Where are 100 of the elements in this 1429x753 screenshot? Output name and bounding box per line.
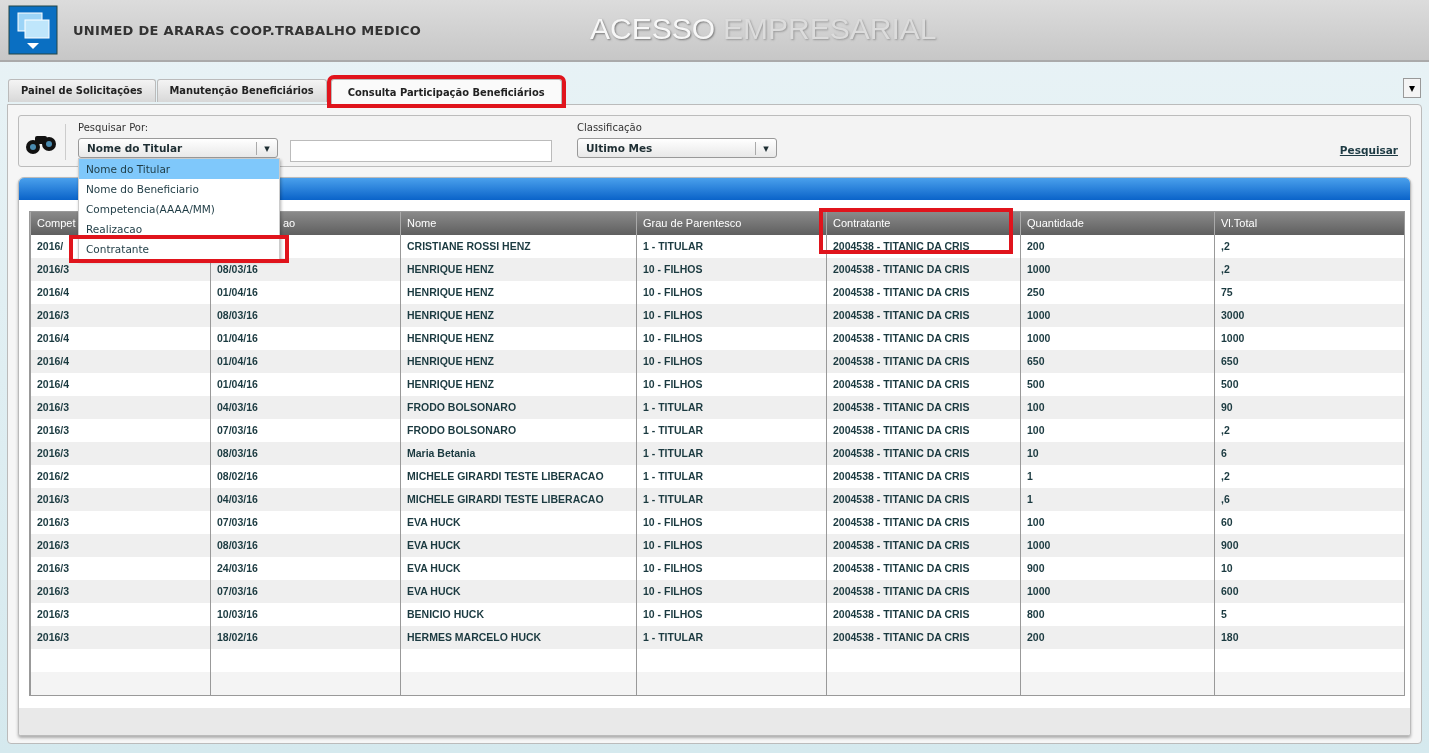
table-cell: 2016/3 [37, 631, 70, 643]
table-cell: 1000 [1027, 332, 1051, 344]
table-cell: 60 [1221, 516, 1233, 528]
table-cell: 2016/2 [37, 470, 70, 482]
column-header[interactable]: Vl.Total [1214, 212, 1404, 235]
table-cell: 10 - FILHOS [643, 286, 703, 298]
table-cell: 900 [1221, 539, 1239, 551]
table-cell: EVA HUCK [407, 516, 461, 528]
table-cell: 100 [1027, 516, 1045, 528]
table-cell: HENRIQUE HENZ [407, 263, 494, 275]
table-cell: 08/03/16 [217, 447, 258, 459]
table-cell: 2004538 - TITANIC DA CRIS [833, 470, 970, 482]
search-link[interactable]: Pesquisar [1339, 144, 1398, 156]
table-cell: 2004538 - TITANIC DA CRIS [833, 240, 970, 252]
table-cell: 10 [1027, 447, 1039, 459]
search-input[interactable] [290, 140, 552, 162]
table-cell: 10 [1221, 562, 1233, 574]
table-cell: FRODO BOLSONARO [407, 401, 517, 413]
table-cell: 10 - FILHOS [643, 309, 703, 321]
table-cell: 500 [1221, 378, 1239, 390]
table-cell: 2004538 - TITANIC DA CRIS [833, 309, 970, 321]
table-cell: 10/03/16 [217, 608, 258, 620]
table-cell: 1000 [1027, 263, 1051, 275]
tab-menu-button[interactable]: ▾ [1403, 78, 1421, 98]
table-cell: 2004538 - TITANIC DA CRIS [833, 332, 970, 344]
table-cell: 200 [1027, 240, 1045, 252]
table-cell: 18/02/16 [217, 631, 258, 643]
table-cell: 6 [1221, 447, 1227, 459]
table-cell: 1000 [1027, 309, 1051, 321]
table-cell: 650 [1221, 355, 1239, 367]
classification-dropdown[interactable]: Ultimo Mes ▾ [577, 138, 777, 158]
table-cell: HENRIQUE HENZ [407, 355, 494, 367]
table-cell: 2004538 - TITANIC DA CRIS [833, 562, 970, 574]
table-cell: 1 - TITULAR [643, 493, 704, 505]
column-header[interactable]: Contratante [826, 212, 1020, 235]
table-cell: 10 - FILHOS [643, 585, 703, 597]
table-cell: 180 [1221, 631, 1239, 643]
table-cell: 04/03/16 [217, 401, 258, 413]
table-cell: EVA HUCK [407, 585, 461, 597]
table-cell: 2004538 - TITANIC DA CRIS [833, 493, 970, 505]
table-cell: 08/02/16 [217, 470, 258, 482]
table-cell: MICHELE GIRARDI TESTE LIBERACAO [407, 470, 604, 482]
table-cell: 2016/3 [37, 401, 70, 413]
table-cell: 500 [1027, 378, 1045, 390]
table-cell: 2004538 - TITANIC DA CRIS [833, 424, 970, 436]
table-cell: 2004538 - TITANIC DA CRIS [833, 539, 970, 551]
table-cell: 1 [1027, 493, 1033, 505]
table-cell: 2016/3 [37, 562, 70, 574]
windows-logo-icon[interactable] [8, 5, 58, 55]
table-cell: 250 [1027, 286, 1045, 298]
classification-label: Classificação [577, 122, 643, 135]
table-cell: BENICIO HUCK [407, 608, 484, 620]
table-cell: 2016/3 [37, 447, 70, 459]
tab[interactable]: Painel de Solicitações [8, 79, 156, 102]
table-cell: 900 [1027, 562, 1045, 574]
table-cell: 5 [1221, 608, 1227, 620]
table-cell: 2016/3 [37, 263, 70, 275]
table-cell: ,2 [1221, 240, 1230, 252]
table-cell: 2016/3 [37, 585, 70, 597]
table-cell: 800 [1027, 608, 1045, 620]
table-cell: ,2 [1221, 263, 1230, 275]
table-cell: 1000 [1027, 585, 1051, 597]
table-cell: 2016/3 [37, 608, 70, 620]
dropdown-option[interactable]: Nome do Beneficiario [79, 179, 279, 199]
table-cell: 2016/3 [37, 539, 70, 551]
table-cell: ,2 [1221, 470, 1230, 482]
table-cell: 2004538 - TITANIC DA CRIS [833, 263, 970, 275]
search-by-label: Pesquisar Por: [78, 122, 150, 135]
table-cell: FRODO BOLSONARO [407, 424, 517, 436]
table-cell: 75 [1221, 286, 1233, 298]
table-cell: ,6 [1221, 493, 1230, 505]
tab[interactable]: Manutenção Beneficiários [156, 79, 327, 102]
dropdown-option[interactable]: Nome do Titular [79, 159, 279, 179]
table-cell: 2004538 - TITANIC DA CRIS [833, 378, 970, 390]
table-cell: 2004538 - TITANIC DA CRIS [833, 608, 970, 620]
table-cell: 2016/3 [37, 493, 70, 505]
table-cell: 10 - FILHOS [643, 378, 703, 390]
table-cell: 2004538 - TITANIC DA CRIS [833, 585, 970, 597]
table-cell: Maria Betania [407, 447, 476, 459]
table-cell: 90 [1221, 401, 1233, 413]
table-cell: 2016/4 [37, 378, 70, 390]
table-cell: 07/03/16 [217, 585, 258, 597]
search-by-dropdown[interactable]: Nome do Titular ▾ [78, 138, 278, 158]
table-cell: 10 - FILHOS [643, 562, 703, 574]
table-cell: 2016/3 [37, 309, 70, 321]
table-cell: 2004538 - TITANIC DA CRIS [833, 286, 970, 298]
column-header[interactable]: Nome [400, 212, 636, 235]
table-cell: 01/04/16 [217, 286, 258, 298]
column-header[interactable]: Quantidade [1020, 212, 1214, 235]
table-cell: HENRIQUE HENZ [407, 332, 494, 344]
table-cell: 07/03/16 [217, 424, 258, 436]
table-cell: 600 [1221, 585, 1239, 597]
table-cell: 1 - TITULAR [643, 470, 704, 482]
table-cell: HENRIQUE HENZ [407, 378, 494, 390]
table-cell: 2016/4 [37, 332, 70, 344]
table-cell: CRISTIANE ROSSI HENZ [407, 240, 531, 252]
table-cell: 2016/3 [37, 424, 70, 436]
column-header[interactable]: Grau de Parentesco [636, 212, 826, 235]
table-cell: 04/03/16 [217, 493, 258, 505]
table-cell: 1 [1027, 470, 1033, 482]
